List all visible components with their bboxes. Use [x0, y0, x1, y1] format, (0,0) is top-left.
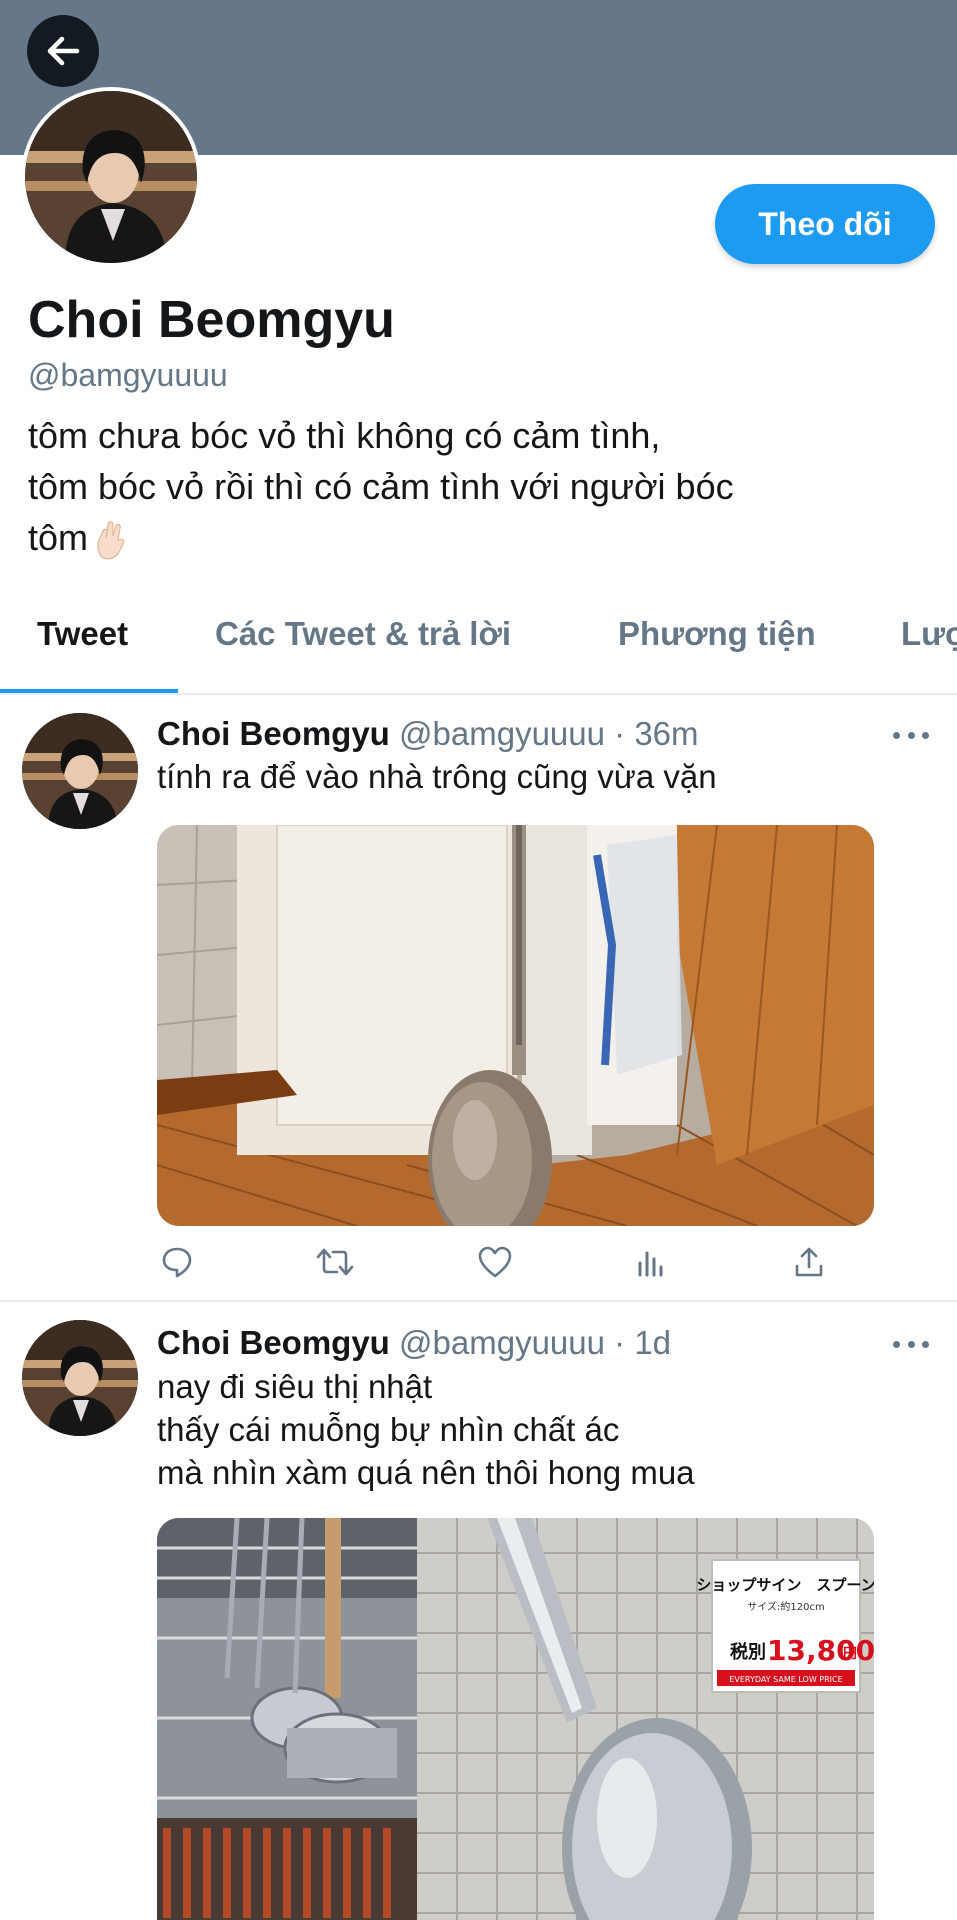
bio-line: tôm — [28, 512, 928, 563]
back-button[interactable] — [27, 15, 99, 87]
tweet-photo[interactable]: ショップサイン スプーン サイズ:約120cm 税別 13,800 円 EVER… — [157, 1518, 874, 1920]
tweet-author-name[interactable]: Choi Beomgyu — [157, 715, 390, 752]
tweet-text: nay đi siêu thị nhật thấy cái muỗng bự n… — [157, 1365, 917, 1494]
active-tab-indicator — [0, 689, 178, 693]
tweet[interactable]: Choi Beomgyu @bamgyuuuu · 1d nay đi siêu… — [0, 1302, 957, 1920]
share-button[interactable] — [789, 1242, 829, 1282]
tweet-text-line: tính ra để vào nhà trông cũng vừa vặn — [157, 758, 717, 795]
analytics-button[interactable] — [631, 1242, 671, 1282]
profile-tabs: Tweet Các Tweet & trả lời Phương tiện Lư… — [0, 585, 957, 695]
tab-tweets[interactable]: Tweet — [37, 615, 128, 653]
tweet-separator: · — [614, 715, 626, 752]
tweet-text-line: thấy cái muỗng bự nhìn chất ác — [157, 1411, 620, 1448]
dot-icon — [893, 1340, 900, 1348]
price-tag-tax-label: 税別 — [730, 1641, 766, 1663]
retweet-icon — [316, 1248, 354, 1276]
tweet-actions — [157, 1242, 837, 1282]
profile-bio: tôm chưa bóc vỏ thì không có cảm tình, t… — [28, 410, 928, 563]
tweet-header: Choi Beomgyu @bamgyuuuu · 36m — [157, 715, 699, 753]
bio-line-text: tôm — [28, 517, 89, 558]
tab-tweets-replies[interactable]: Các Tweet & trả lời — [215, 615, 511, 653]
tweet-author-handle[interactable]: @bamgyuuuu — [399, 1324, 605, 1361]
share-icon — [795, 1247, 823, 1277]
tweet-avatar[interactable] — [22, 1320, 138, 1436]
price-tag-size: サイズ:約120cm — [747, 1600, 824, 1613]
tweet-avatar[interactable] — [22, 713, 138, 829]
dot-icon — [922, 731, 929, 739]
price-tag-price: 13,800 — [767, 1634, 874, 1667]
price-tag-footer: EVERYDAY SAME LOW PRICE — [729, 1675, 842, 1684]
like-button[interactable] — [475, 1242, 515, 1282]
dot-icon — [907, 731, 915, 739]
tweet-separator: · — [614, 1324, 626, 1361]
reply-button[interactable] — [157, 1242, 197, 1282]
more-options-button[interactable] — [893, 725, 929, 745]
reply-icon — [162, 1247, 192, 1278]
dot-icon — [907, 1340, 915, 1348]
tweet-timestamp[interactable]: 1d — [634, 1324, 671, 1361]
tab-media[interactable]: Phương tiện — [618, 615, 816, 653]
tweet-header: Choi Beomgyu @bamgyuuuu · 1d — [157, 1324, 671, 1362]
tweet-author-handle[interactable]: @bamgyuuuu — [399, 715, 605, 752]
hand-emoji-icon — [97, 521, 125, 560]
tweet-photo[interactable] — [157, 825, 874, 1226]
heart-icon — [478, 1246, 512, 1278]
profile-display-name: Choi Beomgyu — [28, 291, 395, 349]
follow-button[interactable]: Theo dõi — [715, 184, 935, 264]
dot-icon — [922, 1340, 929, 1348]
tweet-timestamp[interactable]: 36m — [634, 715, 698, 752]
tweet-text-line: mà nhìn xàm quá nên thôi hong mua — [157, 1454, 695, 1491]
tweet-text: tính ra để vào nhà trông cũng vừa vặn — [157, 755, 917, 798]
tweet-author-name[interactable]: Choi Beomgyu — [157, 1324, 390, 1361]
price-tag-title: ショップサイン スプーン — [696, 1576, 874, 1594]
retweet-button[interactable] — [315, 1242, 355, 1282]
price-tag-yen: 円 — [843, 1646, 857, 1662]
analytics-icon — [638, 1251, 663, 1277]
more-options-button[interactable] — [893, 1334, 929, 1354]
bio-line: tôm bóc vỏ rồi thì có cảm tình với người… — [28, 466, 734, 507]
tab-likes[interactable]: Lượt thích — [901, 615, 957, 653]
tweet-text-line: nay đi siêu thị nhật — [157, 1368, 433, 1405]
bio-line: tôm chưa bóc vỏ thì không có cảm tình, — [28, 415, 661, 456]
tweet[interactable]: Choi Beomgyu @bamgyuuuu · 36m tính ra để… — [0, 697, 957, 1302]
profile-handle: @bamgyuuuu — [28, 357, 228, 393]
dot-icon — [893, 731, 900, 739]
arrow-left-icon — [47, 36, 80, 66]
profile-avatar[interactable] — [21, 87, 201, 267]
